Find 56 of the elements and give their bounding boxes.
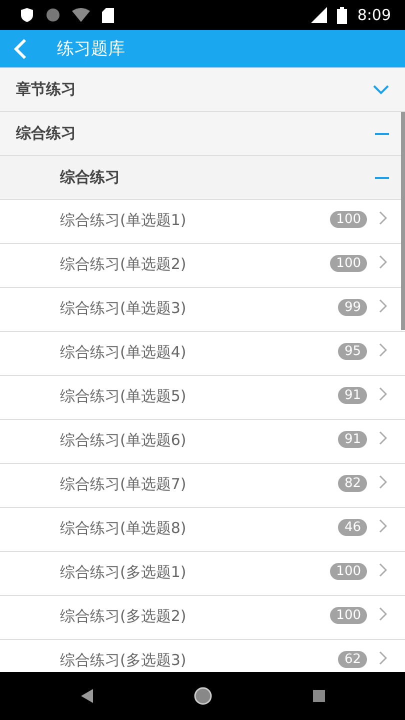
- chevron-right-icon: [379, 563, 387, 577]
- wifi-icon: [72, 8, 90, 22]
- battery-icon: [337, 6, 348, 24]
- exercise-item[interactable]: 综合练习(单选题5) 91: [0, 376, 405, 420]
- clock-time: 8:09: [357, 6, 391, 24]
- count-badge: 95: [338, 343, 367, 360]
- count-badge: 100: [330, 607, 367, 624]
- back-icon[interactable]: [13, 38, 27, 60]
- count-badge: 46: [338, 519, 367, 536]
- circle-icon: [46, 8, 60, 22]
- chevron-right-icon: [379, 607, 387, 621]
- exercise-item[interactable]: 综合练习(单选题4) 95: [0, 332, 405, 376]
- count-badge: 91: [338, 387, 367, 404]
- chevron-right-icon: [379, 431, 387, 445]
- count-badge: 100: [330, 255, 367, 272]
- sd-card-icon: [102, 8, 114, 22]
- item-label: 综合练习(单选题1): [60, 211, 188, 230]
- signal-icon: [309, 7, 328, 23]
- item-label: 综合练习(单选题7): [60, 475, 188, 494]
- count-badge: 100: [330, 211, 367, 228]
- item-label: 综合练习(单选题3): [60, 299, 188, 318]
- chevron-right-icon: [379, 519, 387, 533]
- chevron-right-icon: [379, 299, 387, 313]
- item-label: 综合练习(单选题8): [60, 519, 188, 538]
- item-label: 综合练习(单选题5): [60, 387, 188, 406]
- page-title: 练习题库: [57, 38, 125, 60]
- section-title: 章节练习: [16, 80, 76, 99]
- group-title: 综合练习: [60, 168, 120, 187]
- home-icon[interactable]: [194, 687, 212, 705]
- chevron-right-icon: [379, 651, 387, 665]
- count-badge: 99: [338, 299, 367, 316]
- shield-icon: [20, 7, 34, 23]
- item-label: 综合练习(单选题6): [60, 431, 188, 450]
- recents-icon[interactable]: [312, 690, 324, 702]
- exercise-item[interactable]: 综合练习(多选题2) 100: [0, 596, 405, 640]
- section-header[interactable]: 章节练习: [0, 68, 405, 112]
- exercise-item[interactable]: 综合练习(单选题7) 82: [0, 464, 405, 508]
- chevron-right-icon: [379, 475, 387, 489]
- count-badge: 91: [338, 431, 367, 448]
- chevron-right-icon: [379, 211, 387, 225]
- chevron-right-icon: [379, 255, 387, 269]
- item-label: 综合练习(多选题1): [60, 563, 188, 582]
- count-badge: 82: [338, 475, 367, 492]
- exercise-item[interactable]: 综合练习(多选题1) 100: [0, 552, 405, 596]
- chevron-right-icon: [379, 387, 387, 401]
- chevron-right-icon: [379, 343, 387, 357]
- item-label: 综合练习(多选题3): [60, 651, 188, 670]
- exercise-item[interactable]: 综合练习(单选题6) 91: [0, 420, 405, 464]
- back-triangle-icon[interactable]: [80, 689, 92, 703]
- section-title: 综合练习: [16, 124, 76, 143]
- count-badge: 62: [338, 651, 367, 668]
- item-label: 综合练习(多选题2): [60, 607, 188, 626]
- count-badge: 100: [330, 563, 367, 580]
- item-label: 综合练习(单选题2): [60, 255, 188, 274]
- item-label: 综合练习(单选题4): [60, 343, 188, 362]
- exercise-item[interactable]: 综合练习(单选题8) 46: [0, 508, 405, 552]
